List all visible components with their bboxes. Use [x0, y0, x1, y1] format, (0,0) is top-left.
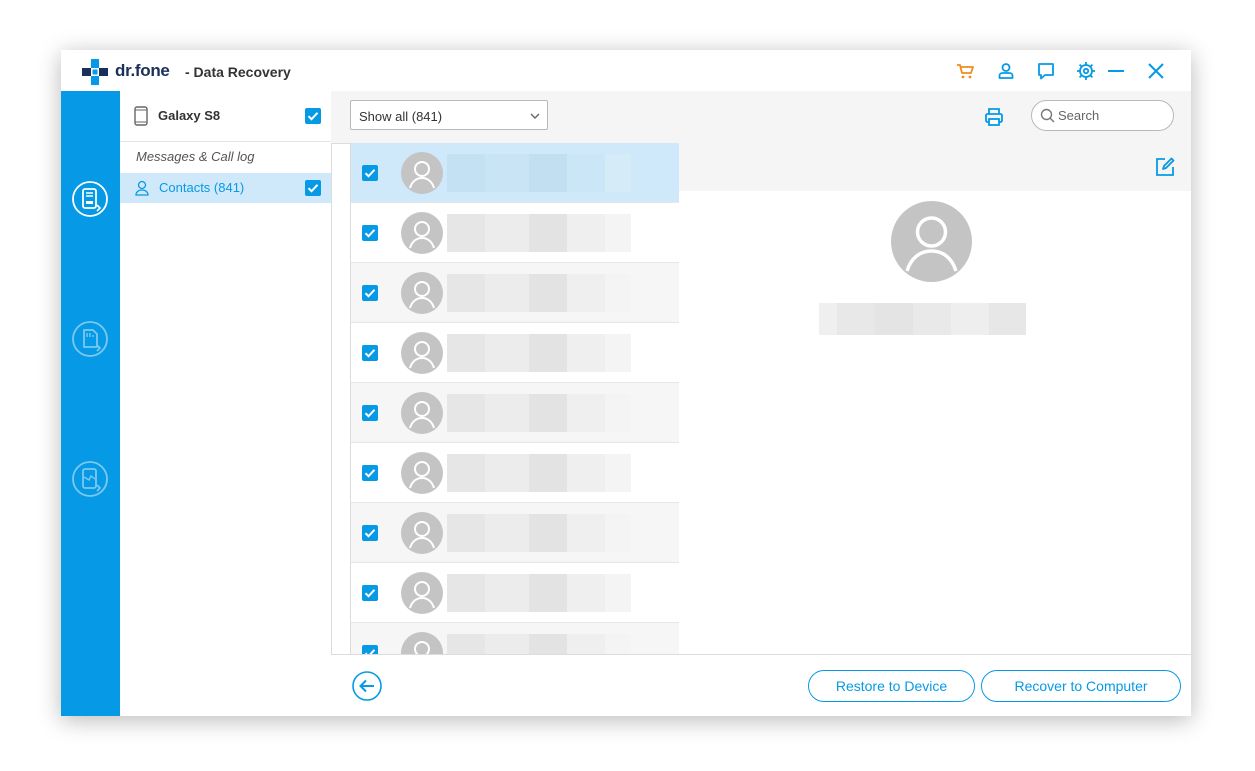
redacted-contact-name	[447, 394, 631, 432]
list-item[interactable]	[351, 503, 679, 563]
phone-recovery-icon[interactable]	[71, 180, 109, 218]
sd-card-recovery-icon[interactable]	[71, 320, 109, 358]
list-item[interactable]	[351, 443, 679, 503]
list-item[interactable]	[351, 203, 679, 263]
row-checkbox[interactable]	[362, 525, 378, 541]
redacted-contact-detail	[819, 303, 1026, 335]
device-row[interactable]: Galaxy S8	[120, 91, 331, 142]
edit-icon[interactable]	[1155, 157, 1175, 177]
broken-phone-recovery-icon[interactable]	[71, 460, 109, 498]
redacted-contact-name	[447, 274, 631, 312]
person-icon	[135, 180, 149, 196]
list-item[interactable]	[351, 323, 679, 383]
restore-to-device-button[interactable]: Restore to Device	[808, 670, 975, 702]
row-checkbox[interactable]	[362, 465, 378, 481]
app-subtitle: - Data Recovery	[185, 64, 291, 80]
redacted-contact-name	[447, 214, 631, 252]
chevron-down-icon	[530, 113, 540, 119]
settings-icon[interactable]	[1076, 61, 1096, 81]
redacted-contact-name	[447, 154, 631, 192]
search-icon	[1040, 108, 1055, 123]
sidebar-item-contacts[interactable]: Contacts (841)	[120, 173, 331, 203]
contacts-checkbox[interactable]	[305, 180, 321, 196]
avatar	[401, 452, 443, 494]
cart-icon[interactable]	[955, 61, 975, 81]
search-input[interactable]	[1058, 106, 1163, 124]
list-toolbar: Show all (841)	[331, 91, 1191, 144]
redacted-contact-name	[447, 514, 631, 552]
list-item[interactable]	[351, 263, 679, 323]
list-item[interactable]	[351, 383, 679, 443]
row-checkbox[interactable]	[362, 285, 378, 301]
avatar	[401, 632, 443, 654]
detail-header	[679, 143, 1191, 191]
list-item[interactable]	[351, 623, 679, 654]
search-box[interactable]	[1031, 100, 1174, 131]
device-name: Galaxy S8	[158, 108, 221, 123]
redacted-contact-name	[447, 634, 631, 654]
drfone-logo-icon	[82, 59, 108, 85]
action-footer: Restore to Device Recover to Computer	[331, 654, 1191, 716]
row-checkbox[interactable]	[362, 345, 378, 361]
row-checkbox[interactable]	[362, 585, 378, 601]
contact-list	[350, 143, 680, 654]
avatar	[401, 572, 443, 614]
feedback-icon[interactable]	[1036, 61, 1056, 81]
user-icon[interactable]	[996, 61, 1016, 81]
filter-dropdown[interactable]: Show all (841)	[350, 100, 548, 130]
title-bar: dr.fone - Data Recovery	[61, 50, 1191, 91]
app-brand: dr.fone	[115, 61, 170, 80]
avatar	[401, 512, 443, 554]
sidebar-item-label: Contacts (841)	[159, 180, 245, 195]
avatar	[401, 392, 443, 434]
minimize-icon[interactable]	[1106, 61, 1126, 81]
redacted-contact-name	[447, 574, 631, 612]
contact-avatar	[891, 201, 972, 282]
filter-value: Show all (841)	[359, 109, 443, 124]
redacted-contact-name	[447, 334, 631, 372]
row-checkbox[interactable]	[362, 645, 378, 654]
row-checkbox[interactable]	[362, 405, 378, 421]
back-arrow-icon[interactable]	[352, 671, 382, 701]
redacted-contact-name	[447, 454, 631, 492]
avatar	[401, 272, 443, 314]
row-checkbox[interactable]	[362, 165, 378, 181]
phone-icon	[134, 106, 148, 126]
app-window: dr.fone - Data Recovery Galaxy S8 Messag…	[61, 50, 1191, 716]
section-label: Messages & Call log	[136, 149, 255, 164]
close-icon[interactable]	[1146, 61, 1166, 81]
row-checkbox[interactable]	[362, 225, 378, 241]
contact-detail-pane	[679, 143, 1191, 654]
list-item[interactable]	[351, 143, 679, 203]
avatar	[401, 212, 443, 254]
mode-rail	[61, 91, 120, 716]
recover-to-computer-button[interactable]: Recover to Computer	[981, 670, 1181, 702]
print-icon[interactable]	[983, 106, 1005, 128]
device-checkbox[interactable]	[305, 108, 321, 124]
avatar	[401, 332, 443, 374]
list-item[interactable]	[351, 563, 679, 623]
category-sidebar: Galaxy S8 Messages & Call log Contacts (…	[120, 91, 332, 716]
avatar	[401, 152, 443, 194]
